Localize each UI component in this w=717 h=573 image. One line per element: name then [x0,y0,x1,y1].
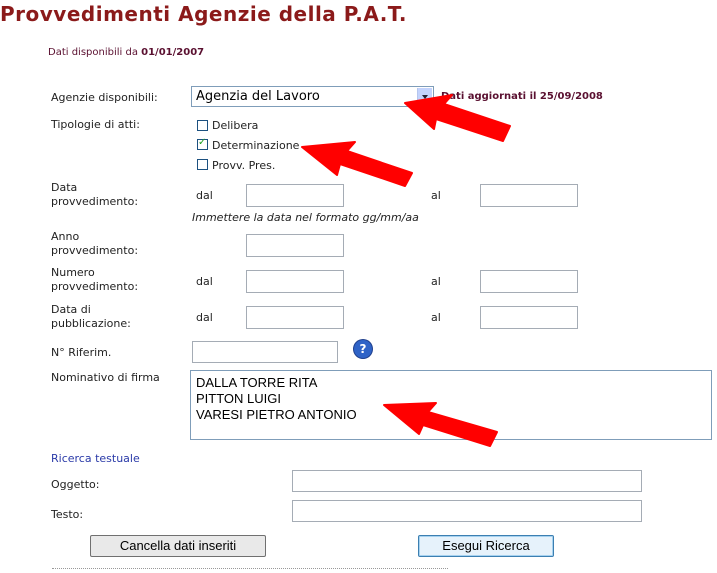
red-arrow-icon [404,94,511,142]
red-arrow-icon [301,141,413,187]
annotation-arrows [301,94,511,447]
red-arrow-icon [383,402,498,447]
